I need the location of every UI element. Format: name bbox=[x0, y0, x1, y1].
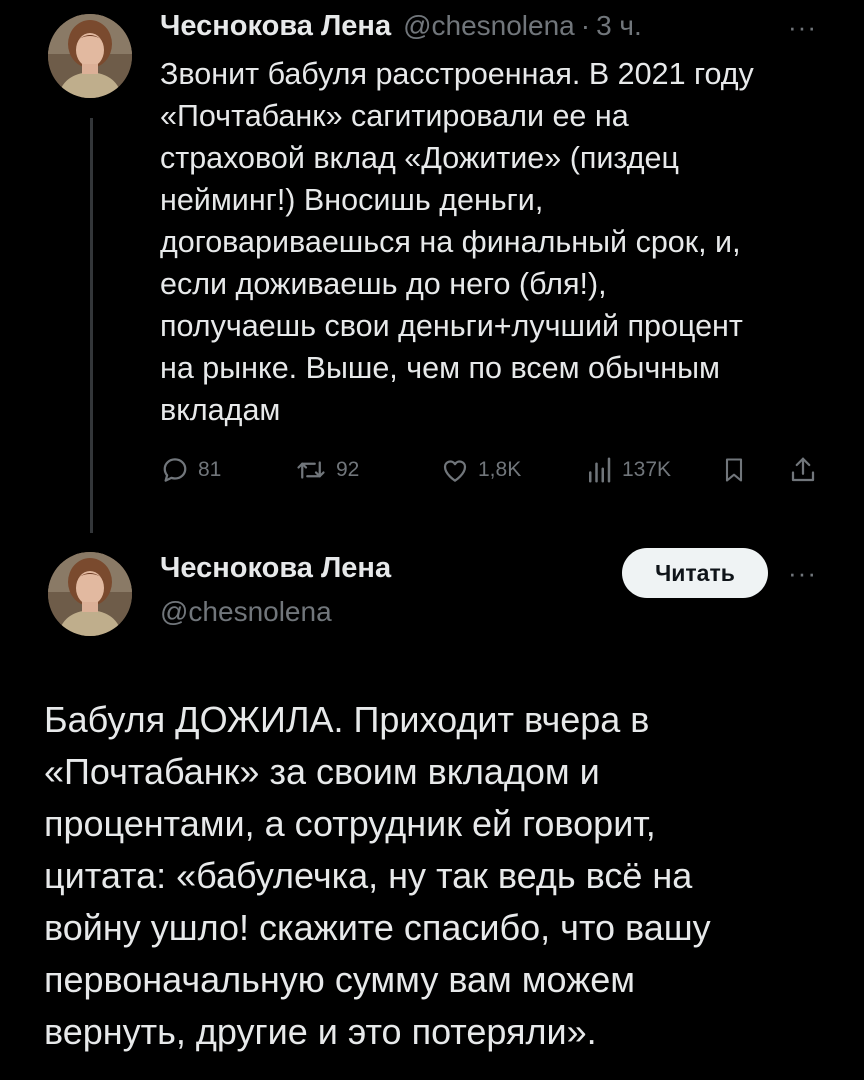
bookmark-button[interactable] bbox=[720, 450, 748, 490]
views-count: 137K bbox=[622, 458, 672, 481]
more-options-icon-2[interactable]: ··· bbox=[788, 558, 817, 589]
views-icon bbox=[589, 457, 611, 483]
avatar-photo bbox=[48, 552, 132, 636]
tweet-actions-bar: 81 92 1,8K 137K bbox=[160, 450, 826, 490]
tweet-timestamp[interactable]: 3 ч. bbox=[596, 10, 642, 42]
follow-button[interactable]: Читать bbox=[622, 548, 768, 598]
author-name-2[interactable]: Чеснокова Лена bbox=[160, 552, 391, 585]
repost-button[interactable]: 92 bbox=[294, 450, 359, 490]
share-icon bbox=[791, 457, 815, 482]
author-avatar-2[interactable] bbox=[48, 552, 132, 636]
bookmark-icon bbox=[725, 458, 743, 482]
repost-count: 92 bbox=[336, 458, 360, 481]
like-button[interactable]: 1,8K bbox=[440, 450, 521, 490]
tweet2-text: Бабуля ДОЖИЛА. Приходит вчера в «Почтаба… bbox=[44, 699, 711, 1052]
thread-line bbox=[90, 118, 93, 533]
author-name[interactable]: Чеснокова Лена bbox=[160, 10, 391, 43]
author-handle[interactable]: @chesnolena bbox=[403, 10, 575, 42]
like-icon bbox=[443, 460, 467, 482]
reply-icon bbox=[163, 458, 187, 482]
tweet1-text: Звонит бабуля расстроенная. В 2021 году … bbox=[160, 57, 754, 427]
share-button[interactable] bbox=[788, 450, 818, 490]
reply-button[interactable]: 81 bbox=[160, 450, 221, 490]
more-options-icon[interactable]: ··· bbox=[788, 12, 817, 43]
repost-icon bbox=[297, 461, 325, 479]
tweet1-header: Чеснокова Лена @chesnolena · 3 ч. bbox=[160, 10, 824, 56]
views-button[interactable]: 137K bbox=[584, 450, 671, 490]
reply-count: 81 bbox=[198, 458, 222, 481]
author-handle-2[interactable]: @chesnolena bbox=[160, 596, 332, 628]
avatar-photo bbox=[48, 14, 132, 98]
author-avatar[interactable] bbox=[48, 14, 132, 98]
separator-dot: · bbox=[580, 10, 591, 41]
like-count: 1,8K bbox=[478, 458, 522, 481]
